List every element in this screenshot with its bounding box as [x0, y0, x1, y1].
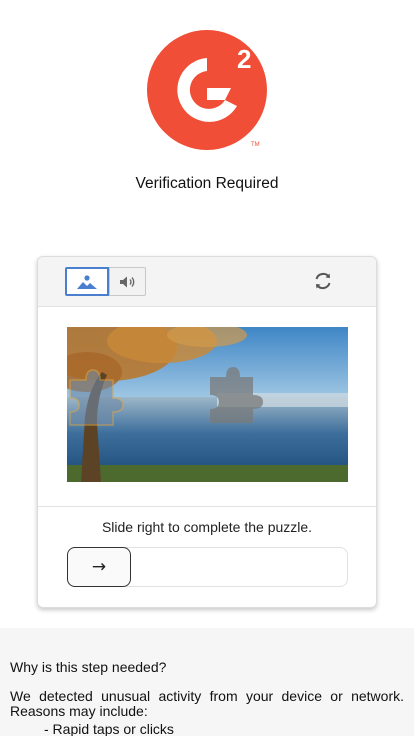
refresh-icon[interactable]: [312, 270, 334, 292]
info-question: Why is this step needed?: [10, 659, 167, 675]
page-title: Verification Required: [135, 175, 279, 192]
arrow-right-icon: →: [91, 557, 107, 577]
puzzle-image: [67, 327, 348, 482]
audio-challenge-button[interactable]: [109, 267, 146, 296]
captcha-widget: Slide right to complete the puzzle. →: [37, 256, 377, 608]
logo-trademark: TM: [251, 142, 260, 148]
logo-superscript: 2: [237, 44, 251, 74]
slider-handle[interactable]: →: [67, 547, 131, 587]
info-explanation: We detected unusual activity from your d…: [10, 688, 404, 719]
g2-logo: 2 TM: [147, 30, 267, 150]
puzzle-area: [38, 307, 376, 507]
slider-instruction: Slide right to complete the puzzle.: [101, 519, 313, 535]
captcha-header: [38, 257, 376, 307]
image-icon: [77, 274, 97, 289]
reason-item: - Rapid taps or clicks: [44, 721, 174, 736]
info-section: Why is this step needed? We detected unu…: [0, 628, 414, 736]
image-challenge-button[interactable]: [65, 267, 109, 296]
speaker-icon: [119, 276, 134, 287]
